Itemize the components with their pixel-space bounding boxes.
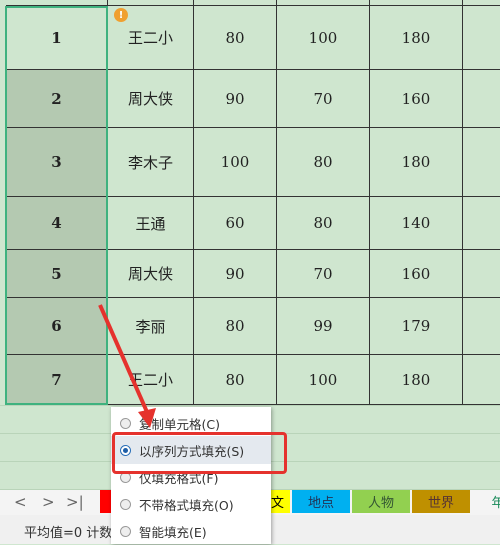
annotation-arrow <box>98 304 156 428</box>
